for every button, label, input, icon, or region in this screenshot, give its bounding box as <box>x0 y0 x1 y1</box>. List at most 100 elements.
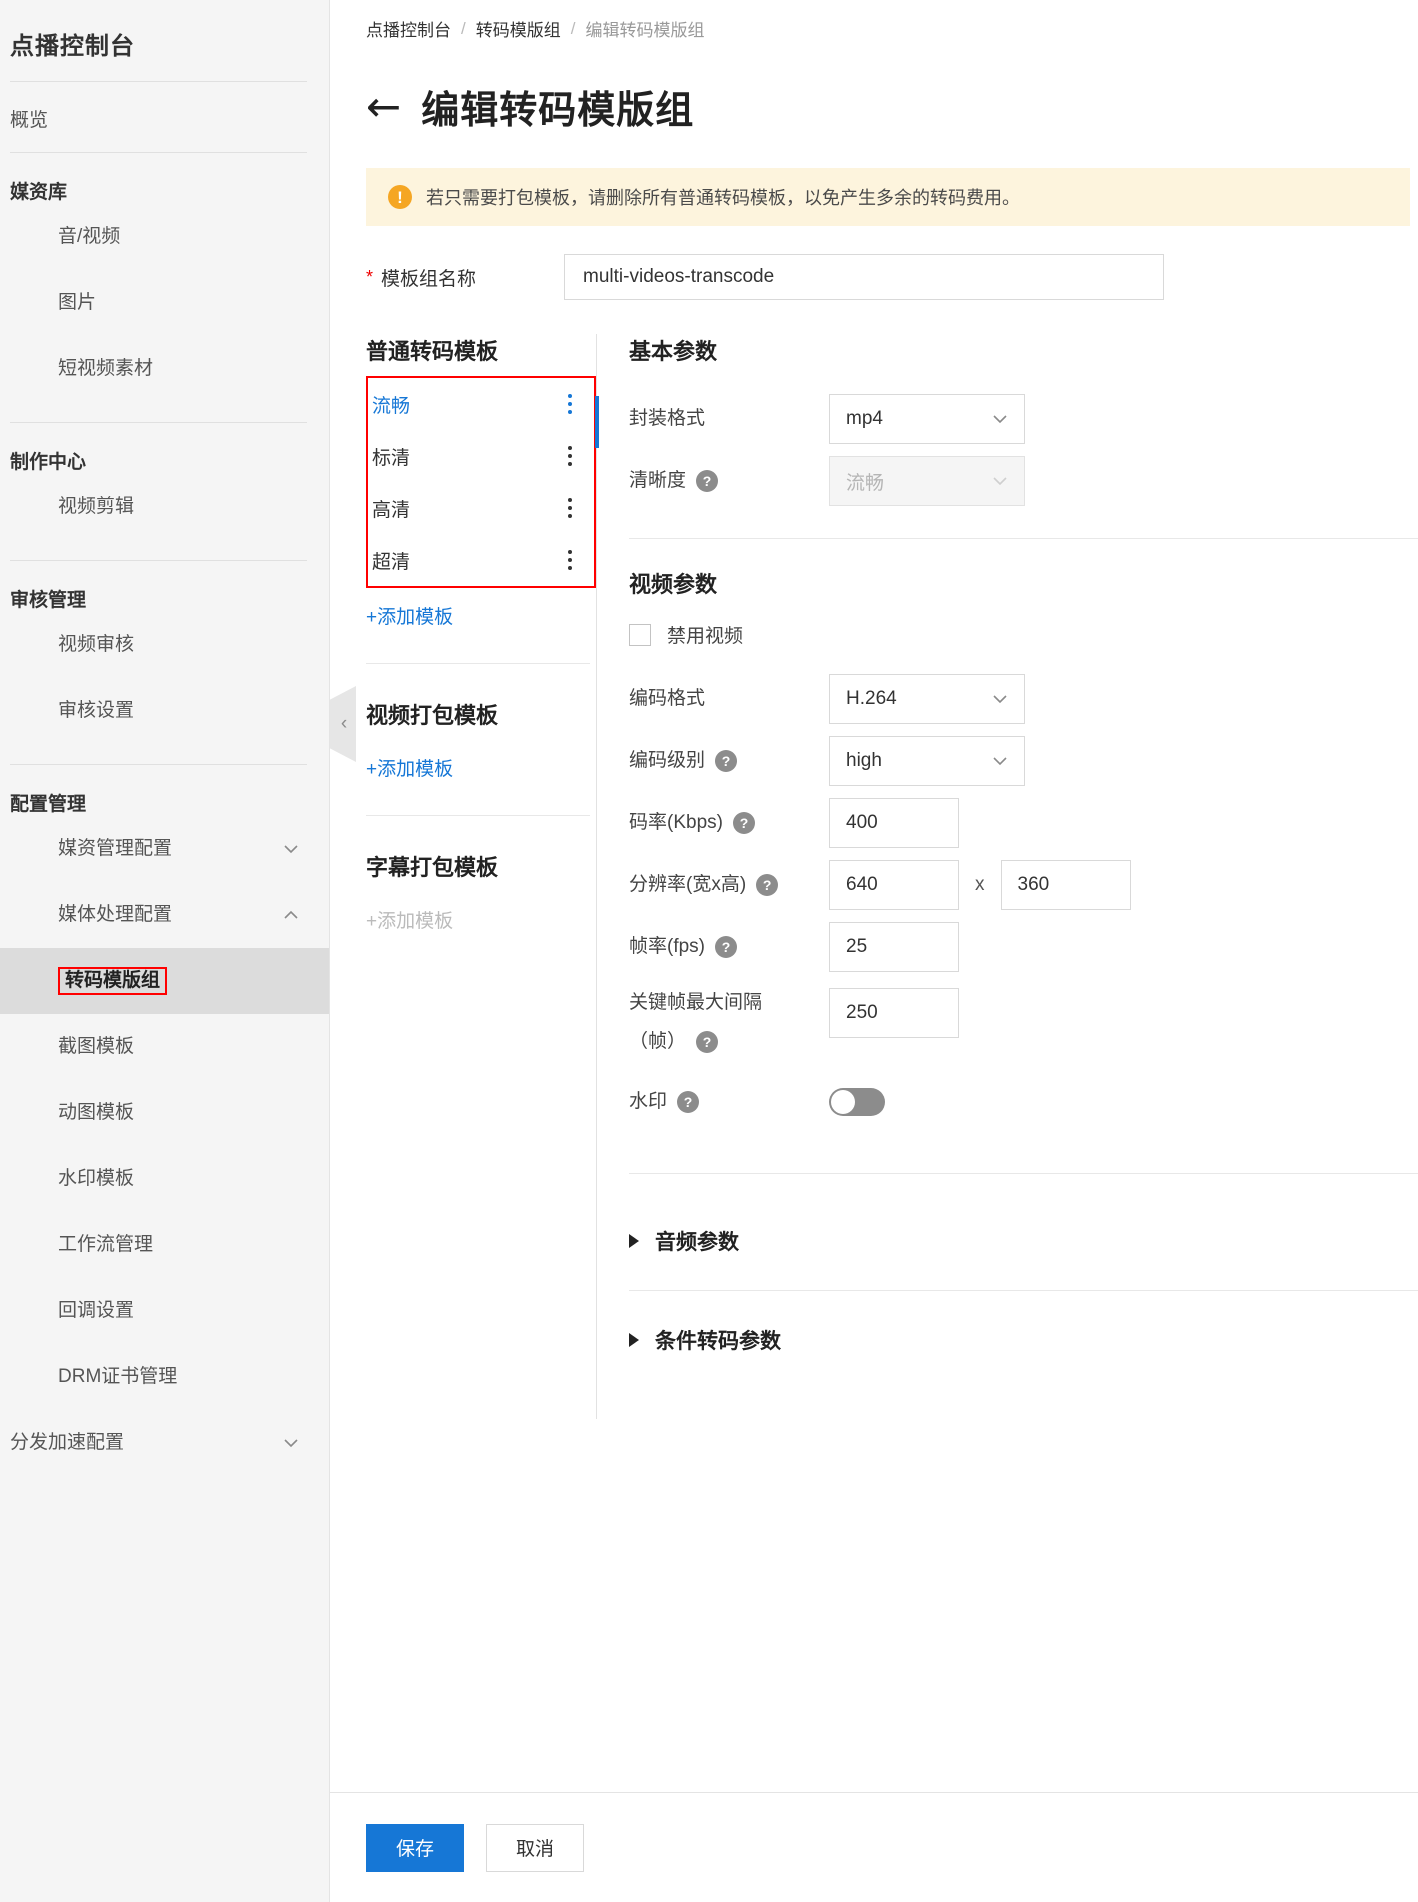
sidebar-item-media-process-config[interactable]: 媒体处理配置 <box>0 882 329 948</box>
more-options-icon[interactable] <box>560 394 580 414</box>
sidebar-item-transcode-template-group[interactable]: 转码模版组 <box>0 948 329 1014</box>
help-icon[interactable]: ? <box>696 470 719 492</box>
chevron-down-icon <box>283 841 299 857</box>
label-text: 清晰度 <box>629 470 687 492</box>
page-title: 编辑转码模版组 <box>421 90 695 132</box>
add-subtitle-package-template-link: +添加模板 <box>366 911 454 932</box>
template-list-item[interactable]: 流畅 <box>368 378 594 430</box>
section-divider <box>629 1289 1418 1291</box>
sidebar-item-label: 视频剪辑 <box>58 496 135 517</box>
profile-select[interactable]: high <box>829 736 1025 786</box>
sidebar-item-image[interactable]: 图片 <box>0 270 329 336</box>
sidebar-item-video-review[interactable]: 视频审核 <box>0 612 329 678</box>
sidebar-item-animated-image-template[interactable]: 动图模板 <box>0 1080 329 1146</box>
more-options-icon[interactable] <box>560 550 580 570</box>
template-list-item[interactable]: 超清 <box>368 534 594 586</box>
breadcrumb-item-console[interactable]: 点播控制台 <box>366 16 451 41</box>
page-root: 点播控制台 概览 媒资库 音/视频 图片 短视频素材 制作中心 视频剪辑 审核管… <box>0 0 1418 1902</box>
field-resolution: 分辨率(宽x高) ? x <box>629 854 1418 916</box>
resolution-height-input[interactable] <box>1000 860 1131 910</box>
help-icon[interactable]: ? <box>732 812 755 834</box>
label-text-line1: 关键帧最大间隔 <box>629 992 763 1013</box>
back-arrow-icon[interactable]: ← <box>366 85 401 128</box>
warning-text: 若只需要打包模板，请删除所有普通转码模板，以免产生多余的转码费用。 <box>426 188 1020 208</box>
help-icon[interactable]: ? <box>756 874 779 896</box>
audio-params-accordion[interactable]: 音频参数 <box>629 1202 1418 1280</box>
gop-input[interactable] <box>829 988 959 1038</box>
breadcrumb-separator: / <box>570 18 576 38</box>
label-text: 帧率(fps) <box>629 936 706 958</box>
cancel-button[interactable]: 取消 <box>486 1823 584 1872</box>
add-normal-template-link[interactable]: +添加模板 <box>366 602 453 629</box>
sidebar-item-media-asset-config[interactable]: 媒资管理配置 <box>0 816 329 882</box>
sidebar-group-production: 制作中心 <box>10 452 87 473</box>
template-group-name-row: * 模板组名称 <box>330 226 1418 300</box>
gop-label: 关键帧最大间隔 （帧） ? <box>629 988 829 1057</box>
bitrate-label: 码率(Kbps) ? <box>629 808 829 837</box>
sidebar-item-workflow-management[interactable]: 工作流管理 <box>0 1212 329 1278</box>
help-icon[interactable]: ? <box>696 1031 719 1054</box>
codec-label: 编码格式 <box>629 684 829 713</box>
more-options-icon[interactable] <box>560 498 580 518</box>
condition-transcode-accordion[interactable]: 条件转码参数 <box>629 1301 1418 1379</box>
chevron-left-icon: ‹ <box>340 713 348 734</box>
codec-select[interactable]: H.264 <box>829 674 1025 724</box>
template-list-item[interactable]: 高清 <box>368 482 594 534</box>
sidebar-item-callback-settings[interactable]: 回调设置 <box>0 1278 329 1344</box>
field-gop: 关键帧最大间隔 （帧） ? <box>629 978 1418 1057</box>
chevron-down-icon <box>283 1435 299 1451</box>
chevron-down-icon <box>992 753 1008 769</box>
required-mark: * <box>366 266 374 287</box>
definition-value: 流畅 <box>846 472 885 494</box>
footer-action-bar: 保存 取消 <box>330 1792 1418 1902</box>
save-button[interactable]: 保存 <box>366 1823 464 1872</box>
sidebar-item-label: 视频审核 <box>58 634 135 655</box>
triangle-right-icon <box>629 1233 639 1248</box>
breadcrumb-item-current: 编辑转码模版组 <box>585 21 705 40</box>
resolution-width-input[interactable] <box>829 860 959 910</box>
watermark-toggle[interactable] <box>829 1087 885 1116</box>
bitrate-input[interactable] <box>829 798 959 848</box>
disable-video-checkbox[interactable] <box>629 623 651 646</box>
container-format-select[interactable]: mp4 <box>829 394 1025 444</box>
page-header: ← 编辑转码模版组 <box>330 41 1418 134</box>
sidebar-item-label: DRM证书管理 <box>58 1366 178 1387</box>
fps-input[interactable] <box>829 922 959 972</box>
sidebar-item-label: 动图模板 <box>58 1102 135 1123</box>
sidebar-group-media: 媒资库 <box>10 182 68 203</box>
sidebar-item-snapshot-template[interactable]: 截图模板 <box>0 1014 329 1080</box>
sidebar-item-video-editing[interactable]: 视频剪辑 <box>0 474 329 540</box>
chevron-down-icon <box>992 473 1008 489</box>
template-group-name-input[interactable] <box>564 254 1165 300</box>
sidebar-item-watermark-template[interactable]: 水印模板 <box>0 1146 329 1212</box>
sidebar-item-review-settings[interactable]: 审核设置 <box>0 678 329 744</box>
sidebar-item-label: 分发加速配置 <box>10 1432 125 1453</box>
sidebar-item-overview[interactable]: 概览 <box>0 82 329 132</box>
help-icon[interactable]: ? <box>715 936 738 958</box>
column-divider <box>366 815 590 816</box>
sidebar-item-audio-video[interactable]: 音/视频 <box>0 204 329 270</box>
sidebar-item-drm-certificate[interactable]: DRM证书管理 <box>0 1344 329 1410</box>
label-text: 分辨率(宽x高) <box>629 874 747 896</box>
editor-body: 普通转码模板 流畅 标清 高清 超清 +添加模板 ‹ 视频打包模板 +添加模板 … <box>330 334 1418 1419</box>
sidebar-item-short-video-material[interactable]: 短视频素材 <box>0 336 329 402</box>
more-options-icon[interactable] <box>560 446 580 466</box>
sidebar-item-label: 短视频素材 <box>58 358 154 379</box>
condition-transcode-label: 条件转码参数 <box>655 1329 781 1353</box>
add-video-package-template-link[interactable]: +添加模板 <box>366 754 453 781</box>
sidebar-item-label: 工作流管理 <box>58 1234 154 1255</box>
sidebar-item-distribution-accel-config[interactable]: 分发加速配置 <box>0 1410 329 1476</box>
disable-video-label[interactable]: 禁用视频 <box>667 621 743 648</box>
disable-video-row: 禁用视频 <box>629 621 1418 648</box>
help-icon[interactable]: ? <box>677 1090 700 1113</box>
label-text: 封装格式 <box>629 408 706 430</box>
template-list-column: 普通转码模板 流畅 标清 高清 超清 +添加模板 ‹ 视频打包模板 +添加模板 … <box>330 334 596 1419</box>
breadcrumb-item-template-group[interactable]: 转码模版组 <box>476 16 561 41</box>
resolution-separator: x <box>975 874 985 895</box>
watermark-label: 水印 ? <box>629 1087 829 1116</box>
template-group-name-label: 模板组名称 <box>381 268 477 290</box>
help-icon[interactable]: ? <box>715 750 738 772</box>
panel-collapse-handle[interactable]: ‹ <box>330 686 356 762</box>
template-list-item[interactable]: 标清 <box>368 430 594 482</box>
codec-value: H.264 <box>846 688 897 709</box>
